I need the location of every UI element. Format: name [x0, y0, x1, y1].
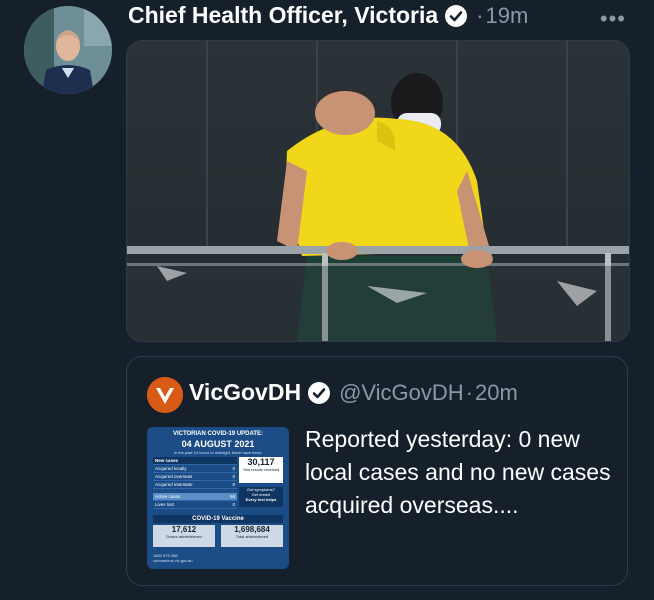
verified-badge-icon [308, 381, 331, 404]
author-avatar[interactable] [24, 6, 112, 94]
vaccine-title: COVID-19 Vaccine [153, 515, 283, 523]
tweet-time[interactable]: 19m [486, 3, 529, 29]
quoted-tweet-time[interactable]: 20m [475, 380, 518, 406]
quoted-tweet[interactable]: VicGovDH @VicGovDH · 20m VICTORIAN COVID… [126, 356, 628, 586]
row-active-cases: Active cases 66 [153, 493, 237, 501]
author-name[interactable]: Chief Health Officer, Victoria [128, 2, 438, 29]
infographic-title: VICTORIAN COVID-19 UPDATE: [172, 431, 264, 437]
vic-gov-logo-icon [147, 377, 183, 413]
covid-update-infographic: VICTORIAN COVID-19 UPDATE: 04 AUGUST 202… [147, 427, 289, 569]
row-acquired-interstate: Acquired interstate 0 [153, 482, 237, 489]
quoted-author-name[interactable]: VicGovDH [189, 379, 301, 406]
row-acquired-locally: Acquired locally 0 [153, 466, 237, 473]
tweet-media[interactable] [126, 40, 630, 342]
infographic-footer: 1800 675 398 coronavirus.vic.gov.au [153, 553, 193, 563]
total-box: 1,698,684 Total administered [221, 525, 283, 547]
symptoms-box: Got symptoms? Get tested Every test help… [239, 487, 283, 507]
quoted-tweet-header: VicGovDH @VicGovDH · 20m [189, 379, 518, 406]
separator: · [476, 2, 484, 28]
doses-box: 17,612 Doses administered [153, 525, 215, 547]
row-new-cases: New cases [153, 457, 237, 465]
tests-box: 30,117 Test results received [239, 457, 283, 483]
quoted-tweet-image[interactable]: VICTORIAN COVID-19 UPDATE: 04 AUGUST 202… [147, 427, 289, 569]
infographic-date: 04 AUGUST 2021 [181, 439, 255, 449]
row-lives-lost: Lives lost 0 [153, 502, 237, 509]
row-acquired-overseas: Acquired overseas 0 [153, 474, 237, 481]
more-icon[interactable]: ••• [600, 6, 626, 32]
avatar-photo [24, 6, 112, 94]
case-rows: New cases Acquired locally 0 Acquired ov… [153, 457, 237, 509]
infographic-subtitle: In the past 24 hours to midnight, there … [173, 450, 263, 455]
media-photo [127, 41, 629, 341]
separator: · [465, 379, 474, 405]
quoted-author-avatar[interactable] [147, 377, 183, 413]
tweet-header: Chief Health Officer, Victoria · 19m [128, 2, 528, 29]
quoted-tweet-text: Reported yesterday: 0 new local cases an… [305, 426, 611, 518]
verified-badge-icon [445, 4, 468, 27]
quoted-author-handle[interactable]: @VicGovDH [339, 380, 464, 406]
